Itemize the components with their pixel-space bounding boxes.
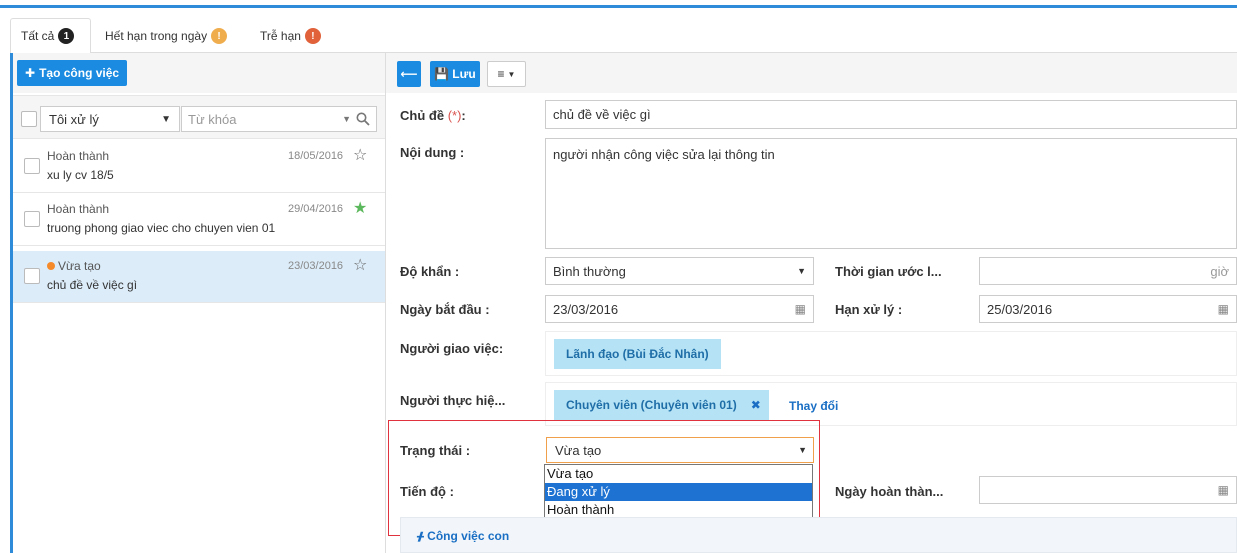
task-list-panel: ✚ Tạo công việc Tôi xử lý ▼ Từ khóa ▼ Ho… bbox=[10, 53, 385, 553]
status-select[interactable]: Vừa tạo ▼ bbox=[546, 437, 814, 463]
subject-value: chủ đề về việc gì bbox=[553, 107, 651, 122]
tab-due-today-label: Hết hạn trong ngày bbox=[105, 29, 208, 43]
task-title: chủ đề về việc gì bbox=[47, 278, 138, 292]
new-status-dot-icon bbox=[47, 262, 55, 270]
content-label: Nội dung : bbox=[400, 145, 465, 160]
remove-icon[interactable]: ✖ bbox=[751, 398, 761, 412]
assignee-tag: Chuyên viên (Chuyên viên 01) ✖ bbox=[554, 390, 769, 420]
subject-label: Chủ đề (*): bbox=[400, 108, 466, 123]
list-icon: ≡ bbox=[497, 67, 505, 81]
deadline-field[interactable]: 25/03/2016 ▦ bbox=[979, 295, 1237, 323]
sitemap-icon: ᚋ bbox=[417, 529, 424, 543]
create-task-button[interactable]: ✚ Tạo công việc bbox=[17, 60, 128, 86]
assignee-value: Chuyên viên (Chuyên viên 01) bbox=[566, 398, 737, 412]
tab-all-label: Tất cả bbox=[21, 29, 55, 43]
assigner-tag: Lãnh đạo (Bùi Đắc Nhân) bbox=[554, 339, 721, 369]
status-select-value: Vừa tạo bbox=[555, 442, 602, 458]
assignee-label: Người thực hiệ... bbox=[400, 393, 506, 408]
content-textarea[interactable]: người nhận công việc sửa lại thông tin bbox=[545, 138, 1237, 249]
content-value: người nhận công việc sửa lại thông tin bbox=[553, 147, 775, 162]
calendar-icon[interactable]: ▦ bbox=[1218, 483, 1229, 497]
progress-label: Tiến độ : bbox=[400, 484, 454, 499]
calendar-icon[interactable]: ▦ bbox=[795, 302, 806, 316]
save-button[interactable]: 💾 Lưu bbox=[430, 61, 480, 87]
task-date: 23/03/2016 bbox=[288, 260, 344, 272]
calendar-icon[interactable]: ▦ bbox=[1218, 302, 1229, 316]
tab-overdue[interactable]: Trễ hạn ! bbox=[250, 18, 331, 54]
search-icon[interactable] bbox=[356, 112, 370, 126]
star-outline-icon[interactable]: ☆ bbox=[353, 255, 367, 275]
caret-down-icon: ▼ bbox=[797, 266, 806, 276]
filter-select-value: Tôi xử lý bbox=[49, 111, 99, 127]
priority-label: Độ khẩn : bbox=[400, 264, 460, 279]
tab-due-today[interactable]: Hết hạn trong ngày ! bbox=[95, 18, 237, 54]
left-toolbar: ✚ Tạo công việc bbox=[13, 53, 385, 93]
star-filled-icon[interactable]: ★ bbox=[353, 198, 367, 218]
search-placeholder: Từ khóa bbox=[188, 111, 237, 127]
save-label: Lưu bbox=[452, 67, 476, 81]
top-strip bbox=[0, 0, 1237, 10]
subtask-panel: ᚋ Công việc con bbox=[400, 517, 1237, 553]
task-status: Hoàn thành bbox=[47, 202, 110, 216]
tab-overdue-badge: ! bbox=[304, 28, 321, 44]
task-item[interactable]: Hoàn thành xu ly cv 18/5 18/05/2016 ☆ bbox=[13, 141, 385, 193]
task-date: 18/05/2016 bbox=[288, 150, 344, 162]
start-date-field[interactable]: 23/03/2016 ▦ bbox=[545, 295, 814, 323]
tab-overdue-label: Trễ hạn bbox=[260, 29, 301, 43]
task-status: Vừa tạo bbox=[47, 259, 101, 273]
filter-caret-icon[interactable]: ▼ bbox=[342, 114, 351, 124]
caret-down-icon: ▼ bbox=[161, 113, 171, 125]
task-item-selected[interactable]: Vừa tạo chủ đề về việc gì 23/03/2016 ☆ bbox=[13, 251, 385, 303]
priority-value: Bình thường bbox=[553, 263, 626, 279]
task-title: truong phong giao viec cho chuyen vien 0… bbox=[47, 221, 276, 235]
caret-down-icon: ▼ bbox=[507, 69, 516, 79]
plus-icon: ✚ bbox=[25, 66, 36, 80]
task-title: xu ly cv 18/5 bbox=[47, 168, 114, 182]
tab-all[interactable]: Tất cả 1 bbox=[10, 18, 91, 54]
task-item[interactable]: Hoàn thành truong phong giao viec cho ch… bbox=[13, 194, 385, 246]
tab-due-today-badge: ! bbox=[211, 28, 228, 44]
estimate-label: Thời gian ước l... bbox=[835, 264, 942, 279]
status-dropdown-list: Vừa tạo Đang xử lý Hoàn thành bbox=[544, 464, 813, 520]
task-status: Hoàn thành bbox=[47, 149, 110, 163]
accent-line bbox=[0, 5, 1237, 8]
deadline-label: Hạn xử lý : bbox=[835, 302, 903, 317]
priority-select[interactable]: Bình thường ▼ bbox=[545, 257, 814, 285]
assigner-label: Người giao việc: bbox=[400, 341, 504, 356]
start-date-label: Ngày bắt đầu : bbox=[400, 302, 490, 317]
estimate-field[interactable]: giờ bbox=[979, 257, 1237, 285]
task-checkbox[interactable] bbox=[24, 268, 40, 284]
assigner-value: Lãnh đạo (Bùi Đắc Nhân) bbox=[566, 347, 709, 361]
status-label: Trạng thái : bbox=[400, 443, 471, 458]
filter-bar: Tôi xử lý ▼ Từ khóa ▼ bbox=[13, 95, 385, 139]
star-outline-icon[interactable]: ☆ bbox=[353, 145, 367, 165]
subtask-title[interactable]: ᚋ Công việc con bbox=[417, 529, 509, 543]
complete-date-label: Ngày hoàn thàn... bbox=[835, 484, 944, 499]
deadline-value: 25/03/2016 bbox=[987, 301, 1053, 317]
arrow-left-icon: ⟵ bbox=[400, 67, 418, 81]
start-date-value: 23/03/2016 bbox=[553, 301, 619, 317]
estimate-placeholder: giờ bbox=[1210, 263, 1229, 279]
create-task-label: Tạo công việc bbox=[39, 66, 120, 80]
change-assignee-link[interactable]: Thay đổi bbox=[789, 399, 838, 413]
caret-down-icon: ▼ bbox=[798, 445, 807, 455]
select-all-checkbox[interactable] bbox=[21, 111, 37, 127]
status-option[interactable]: Vừa tạo bbox=[545, 465, 812, 483]
task-checkbox[interactable] bbox=[24, 158, 40, 174]
complete-date-field[interactable]: ▦ bbox=[979, 476, 1237, 504]
detail-toolbar: ⟵ 💾 Lưu ≡ ▼ bbox=[385, 53, 1237, 93]
subject-field[interactable]: chủ đề về việc gì bbox=[545, 100, 1237, 129]
tab-all-badge: 1 bbox=[58, 28, 75, 44]
search-input[interactable]: Từ khóa ▼ bbox=[181, 106, 377, 132]
task-checkbox[interactable] bbox=[24, 211, 40, 227]
task-date: 29/04/2016 bbox=[288, 203, 344, 215]
back-button[interactable]: ⟵ bbox=[397, 61, 421, 87]
menu-dropdown-button[interactable]: ≡ ▼ bbox=[487, 61, 526, 87]
filter-select[interactable]: Tôi xử lý ▼ bbox=[40, 106, 180, 132]
floppy-icon: 💾 bbox=[434, 67, 450, 81]
tab-bar: Tất cả 1 Hết hạn trong ngày ! Trễ hạn ! bbox=[10, 12, 1237, 54]
status-option-highlighted[interactable]: Đang xử lý bbox=[545, 483, 812, 501]
